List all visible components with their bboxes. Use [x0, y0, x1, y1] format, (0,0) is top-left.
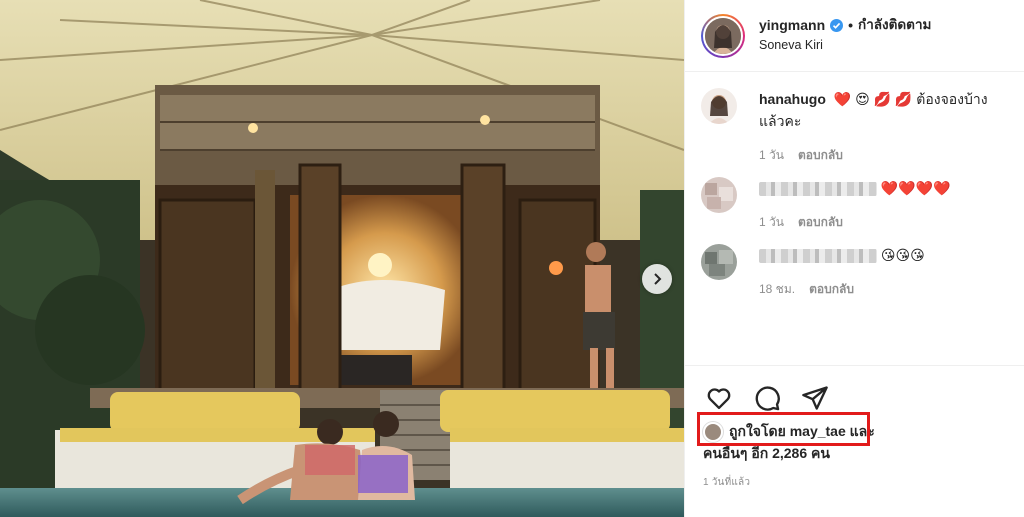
author-avatar[interactable] [701, 13, 745, 58]
likes-others-link[interactable]: คนอื่นๆ อีก 2,286 คน [703, 445, 830, 461]
comment-age: 18 ชม. [759, 282, 796, 296]
comment-text: 😘😘😘 [759, 244, 925, 266]
post-timestamp[interactable]: 1 วันที่แล้ว [703, 475, 750, 490]
comment-age: 1 วัน [759, 148, 784, 162]
likes-and: และ [849, 423, 875, 439]
heart-icon[interactable] [705, 384, 733, 412]
reply-button[interactable]: ตอบกลับ [798, 146, 843, 165]
comment-icon[interactable] [753, 384, 781, 412]
commenter-avatar[interactable] [701, 88, 737, 124]
post-photo[interactable] [0, 0, 684, 517]
liker-avatar[interactable] [703, 422, 723, 443]
author-avatar-image [705, 17, 741, 54]
paper-plane-icon[interactable] [801, 384, 829, 412]
comment-item: ❤️❤️❤️❤️ 1 วัน ตอบกลับ [701, 177, 1008, 232]
post-sidebar: yingmann • กำลังติดตาม Soneva Kiri hanah… [684, 0, 1024, 517]
post-actions [685, 365, 1024, 416]
liked-by-prefix: ถูกใจโดย [729, 423, 786, 439]
reply-button[interactable]: ตอบกลับ [809, 280, 854, 299]
commenter-avatar-image [701, 88, 737, 124]
comment-meta: 1 วัน ตอบกลับ [759, 213, 951, 232]
comment-item: 😘😘😘 18 ชม. ตอบกลับ [701, 244, 1008, 299]
liker-username[interactable]: may_tae [790, 423, 846, 439]
comment-username[interactable]: hanahugo [759, 91, 826, 107]
instagram-post-view: yingmann • กำลังติดตาม Soneva Kiri hanah… [0, 0, 1024, 517]
author-username[interactable]: yingmann [759, 17, 825, 35]
comment-text: hanahugo ❤️ 😍 💋 💋 ต้องจองบ้าง แล้วคะ [759, 88, 1008, 132]
comment-body: ❤️❤️❤️❤️ [880, 180, 951, 196]
blurred-username [759, 182, 877, 197]
verified-badge-icon [830, 19, 844, 33]
comment-text: ❤️❤️❤️❤️ [759, 177, 951, 199]
comment-body: 😘😘😘 [880, 247, 925, 263]
likes-summary: ถูกใจโดย may_tae และ คนอื่นๆ อีก 2,286 ค… [703, 420, 1003, 464]
commenter-avatar-blurred[interactable] [701, 177, 737, 213]
commenter-avatar-blurred[interactable] [701, 244, 737, 280]
separator-dot: • [848, 16, 854, 33]
chevron-right-icon [654, 273, 662, 285]
comment-meta: 1 วัน ตอบกลับ [759, 146, 1008, 165]
blurred-username [759, 249, 877, 264]
post-location[interactable]: Soneva Kiri [759, 38, 931, 54]
resort-photo [0, 0, 684, 517]
blurred-avatar-image [701, 177, 737, 213]
comment-age: 1 วัน [759, 215, 784, 229]
reply-button[interactable]: ตอบกลับ [798, 213, 843, 232]
blurred-avatar-image [701, 244, 737, 280]
comment-meta: 18 ชม. ตอบกลับ [759, 280, 925, 299]
next-photo-button[interactable] [642, 264, 672, 294]
follow-button[interactable]: กำลังติดตาม [858, 17, 931, 34]
comment-item: hanahugo ❤️ 😍 💋 💋 ต้องจองบ้าง แล้วคะ 1 ว… [701, 88, 1008, 165]
comments-list: hanahugo ❤️ 😍 💋 💋 ต้องจองบ้าง แล้วคะ 1 ว… [685, 72, 1024, 299]
post-header: yingmann • กำลังติดตาม Soneva Kiri [685, 0, 1024, 72]
